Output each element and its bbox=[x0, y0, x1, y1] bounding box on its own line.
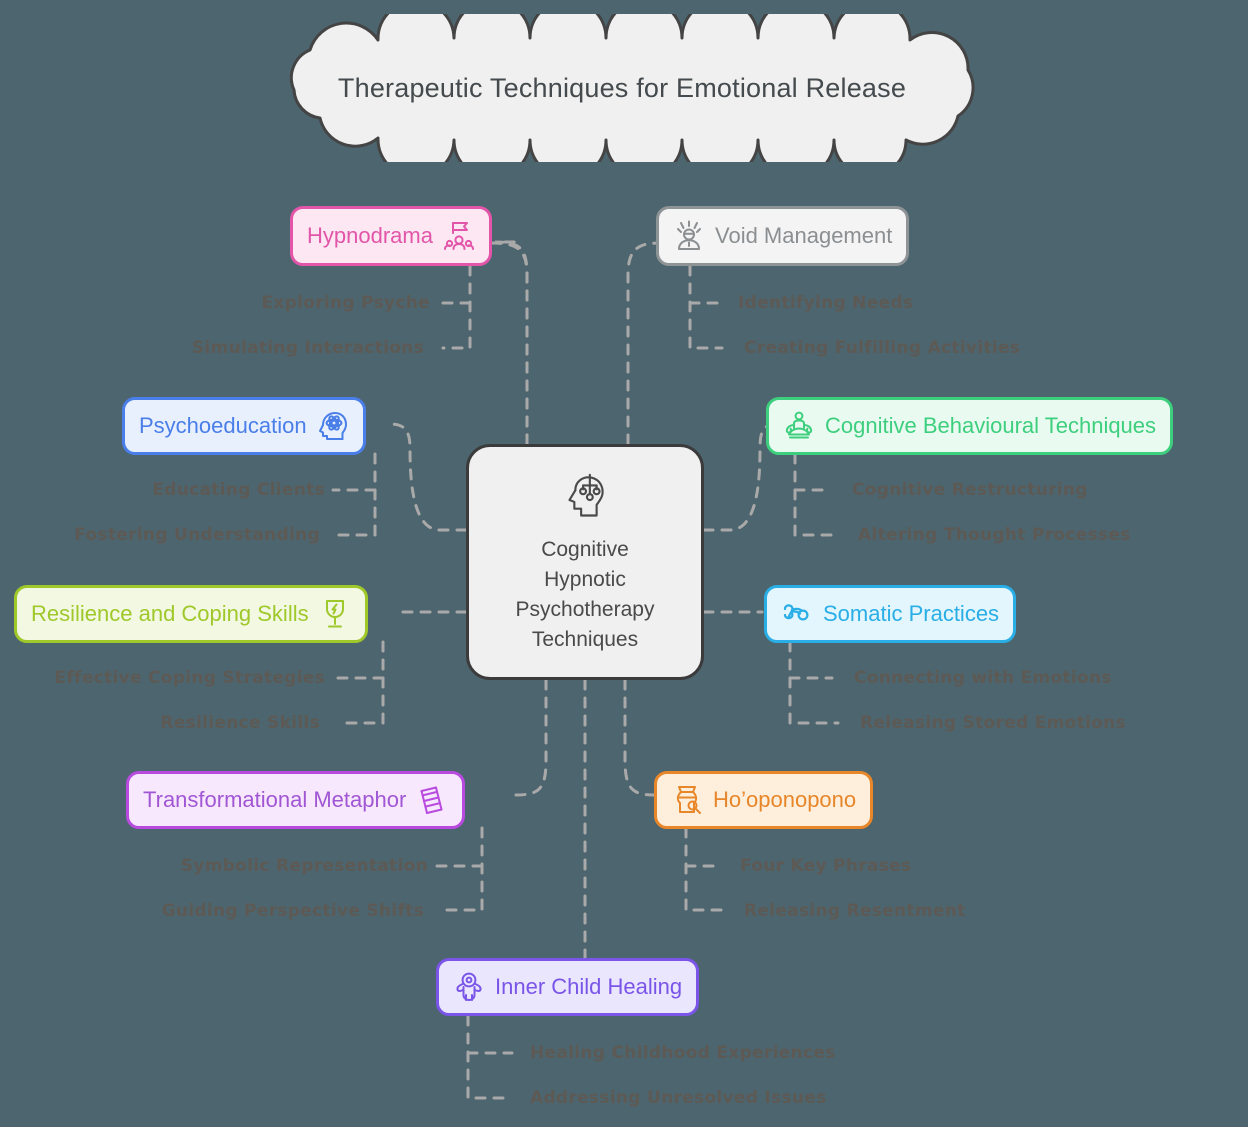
central-node[interactable]: Cognitive Hypnotic Psychotherapy Techniq… bbox=[466, 444, 704, 680]
node-hooponopono[interactable]: Ho’oponopono bbox=[654, 771, 874, 829]
sub-hypnodrama-2: Simulating Interactions bbox=[191, 338, 424, 358]
sub-psychoeducation-2: Fostering Understanding bbox=[74, 525, 320, 545]
sub-psychoeducation-1: Educating Clients bbox=[152, 480, 325, 500]
sub-resilience-2: Resilience Skills bbox=[160, 713, 320, 733]
sub-inner-child-2: Addressing Unresolved Issues bbox=[530, 1088, 827, 1108]
sub-hypnodrama-1: Exploring Psyche bbox=[261, 293, 430, 313]
flag-people-icon bbox=[443, 222, 474, 250]
sub-cognitive-behavioural-1: Cognitive Restructuring bbox=[852, 480, 1088, 500]
sub-transformational-2: Guiding Perspective Shifts bbox=[161, 901, 424, 921]
node-somatic-practices-label: Somatic Practices bbox=[823, 601, 1000, 626]
ladder-icon bbox=[420, 786, 443, 814]
meditating-person-icon bbox=[785, 411, 813, 439]
central-node-label: Cognitive Hypnotic Psychotherapy Techniq… bbox=[516, 535, 655, 654]
sub-hooponopono-2: Releasing Resentment bbox=[744, 901, 966, 921]
node-somatic-practices[interactable]: Somatic Practices bbox=[764, 585, 1017, 643]
central-label-line-3: Psychotherapy bbox=[515, 598, 655, 621]
node-hooponopono-label: Ho’oponopono bbox=[713, 787, 857, 812]
sub-cognitive-behavioural-2: Altering Thought Processes bbox=[858, 525, 1131, 545]
node-cognitive-behavioural-techniques[interactable]: Cognitive Behavioural Techniques bbox=[766, 397, 1174, 455]
sub-void-management-1: Identifying Needs bbox=[738, 293, 914, 313]
node-hypnodrama-label: Hypnodrama bbox=[307, 223, 433, 248]
node-transformational-metaphor[interactable]: Transformational Metaphor bbox=[126, 771, 466, 829]
node-transformational-metaphor-label: Transformational Metaphor bbox=[143, 787, 407, 812]
vase-icon bbox=[676, 786, 701, 814]
node-hypnodrama[interactable]: Hypnodrama bbox=[290, 206, 492, 266]
node-psychoeducation[interactable]: Psychoeducation bbox=[122, 397, 366, 455]
sub-somatic-2: Releasing Stored Emotions bbox=[860, 713, 1126, 733]
reclining-body-icon bbox=[783, 604, 809, 621]
goblet-lightning-icon bbox=[325, 600, 344, 628]
sub-hooponopono-1: Four Key Phrases bbox=[740, 856, 912, 876]
head-circuit-icon bbox=[568, 474, 604, 517]
node-inner-child-healing[interactable]: Inner Child Healing bbox=[436, 958, 700, 1016]
stressed-person-icon bbox=[677, 220, 701, 250]
title-cloud: Therapeutic Techniques for Emotional Rel… bbox=[258, 14, 986, 162]
node-resilience-and-coping-skills[interactable]: Resilience and Coping Skills bbox=[14, 585, 368, 643]
central-label-line-4: Techniques bbox=[531, 627, 639, 651]
node-void-management-label: Void Management bbox=[715, 223, 893, 248]
sub-void-management-2: Creating Fulfilling Activities bbox=[744, 338, 1021, 358]
node-void-management[interactable]: Void Management bbox=[656, 206, 910, 266]
sub-resilience-1: Effective Coping Strategies bbox=[54, 668, 325, 688]
node-cognitive-behavioural-techniques-label: Cognitive Behavioural Techniques bbox=[825, 413, 1157, 438]
sub-transformational-1: Symbolic Representation bbox=[180, 856, 428, 876]
mindmap-canvas: Therapeutic Techniques for Emotional Rel… bbox=[0, 0, 1248, 1127]
node-inner-child-healing-label: Inner Child Healing bbox=[495, 974, 683, 999]
head-atom-icon bbox=[318, 412, 347, 440]
node-resilience-and-coping-skills-label: Resilience and Coping Skills bbox=[31, 601, 309, 626]
sub-inner-child-1: Healing Childhood Experiences bbox=[530, 1043, 836, 1063]
sub-somatic-1: Connecting with Emotions bbox=[854, 668, 1112, 688]
child-icon bbox=[456, 972, 482, 1001]
central-label-line-1: Cognitive bbox=[541, 538, 629, 562]
page-title: Therapeutic Techniques for Emotional Rel… bbox=[337, 72, 907, 103]
node-psychoeducation-label: Psychoeducation bbox=[139, 413, 307, 438]
central-label-line-2: Hypnotic bbox=[544, 568, 626, 592]
